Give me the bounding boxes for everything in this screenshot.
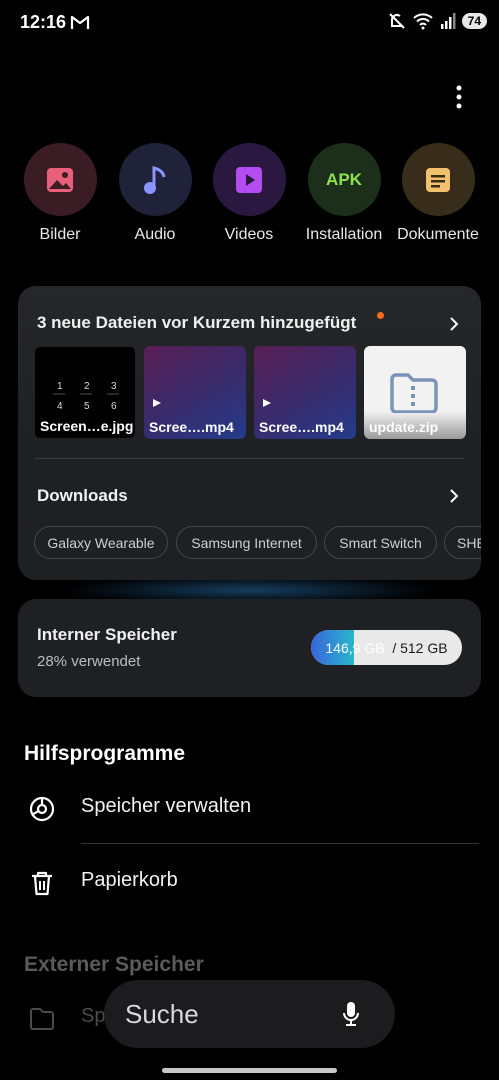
recent-file-thumb[interactable]: Scree….mp4: [144, 346, 246, 439]
svg-text:4: 4: [57, 401, 63, 412]
util-label: Speicher verwalten: [81, 795, 252, 817]
storage-title: Interner Speicher: [37, 625, 177, 644]
category-label: Videos: [224, 226, 274, 243]
svg-text:1: 1: [57, 381, 63, 392]
document-icon: [401, 143, 475, 216]
recent-file-name: Scree….mp4: [149, 419, 234, 435]
search-bar[interactable]: Suche: [104, 980, 395, 1048]
more-options-icon[interactable]: [455, 85, 463, 109]
mute-icon: [388, 13, 405, 29]
category-videos[interactable]: Videos: [199, 143, 299, 244]
category-audio[interactable]: Audio: [105, 143, 205, 244]
recent-file-thumb[interactable]: update.zip: [364, 346, 466, 439]
chip-more[interactable]: SHE: [444, 526, 481, 559]
category-shortcuts: Bilder Audio Videos APK Installation Dok…: [0, 143, 499, 253]
internal-storage-card[interactable]: Interner Speicher 28% verwendet 146,9 GB…: [18, 599, 481, 697]
category-label: Installation: [305, 226, 383, 243]
search-label: Suche: [125, 999, 199, 1029]
wifi-icon: [412, 13, 433, 30]
zip-folder-icon: [390, 373, 438, 413]
recent-thumbnails: 1 2 3 4 5 6 Screen…e.jpg Scree….mp4 Scre…: [34, 346, 466, 439]
svg-text:2: 2: [84, 381, 90, 392]
downloads-title[interactable]: Downloads: [37, 486, 128, 506]
play-icon: [212, 143, 286, 216]
trash-item[interactable]: Papierkorb: [0, 847, 499, 917]
util-label: Papierkorb: [81, 869, 178, 891]
divider: [34, 458, 465, 459]
apk-icon: APK: [307, 143, 381, 216]
storage-subtitle: 28% verwendet: [37, 653, 141, 670]
recent-file-name: Scree….mp4: [259, 419, 344, 435]
external-storage-item[interactable]: Sp: [81, 1005, 105, 1028]
category-images[interactable]: Bilder: [10, 143, 110, 244]
recent-files-title[interactable]: 3 neue Dateien vor Kurzem hinzugefügt: [37, 313, 356, 333]
home-indicator[interactable]: [162, 1068, 337, 1073]
svg-text:3: 3: [111, 381, 117, 392]
svg-text:6: 6: [111, 401, 117, 412]
svg-text:5: 5: [84, 401, 90, 412]
utilities-title: Hilfsprogramme: [24, 742, 186, 765]
image-icon: [23, 143, 97, 216]
chip-smart-switch[interactable]: Smart Switch: [324, 526, 437, 559]
status-bar: 12:16 74: [0, 0, 499, 48]
category-label: Audio: [134, 226, 176, 243]
gmail-icon: [70, 15, 90, 29]
chevron-right-icon[interactable]: [449, 317, 459, 331]
new-badge-dot: [377, 312, 384, 319]
category-documents[interactable]: Dokumente: [388, 143, 488, 244]
storage-usage-bar: 146,9 GB / 512 GB: [311, 630, 462, 665]
chevron-right-icon[interactable]: [449, 489, 459, 503]
play-icon: [263, 399, 271, 407]
recent-file-name: update.zip: [369, 419, 439, 435]
trash-icon: [32, 871, 52, 896]
play-icon: [153, 399, 161, 407]
music-note-icon: [118, 143, 192, 216]
recent-file-thumb[interactable]: 1 2 3 4 5 6 Screen…e.jpg: [34, 346, 136, 439]
divider: [81, 843, 479, 844]
category-label: Bilder: [39, 226, 81, 243]
signal-icon: [440, 13, 456, 29]
sd-card-icon: [30, 1008, 54, 1030]
download-chips: Galaxy Wearable Samsung Internet Smart S…: [34, 526, 481, 560]
storage-total: / 512 GB: [392, 639, 448, 656]
chip-samsung-internet[interactable]: Samsung Internet: [176, 526, 317, 559]
recent-files-card: 3 neue Dateien vor Kurzem hinzugefügt 1 …: [18, 286, 481, 580]
recent-file-name: Screen…e.jpg: [40, 418, 134, 434]
manage-storage-item[interactable]: Speicher verwalten: [0, 773, 499, 843]
status-time: 12:16: [20, 12, 67, 32]
keypad-preview: 1 2 3 4 5 6: [53, 381, 119, 412]
battery-indicator: 74: [461, 13, 487, 29]
category-label: Dokumente: [397, 226, 479, 243]
category-installation[interactable]: APK Installation: [294, 143, 394, 244]
chip-galaxy-wearable[interactable]: Galaxy Wearable: [34, 526, 168, 559]
storage-analysis-icon: [29, 796, 55, 822]
microphone-icon[interactable]: [342, 1001, 360, 1027]
recent-file-thumb[interactable]: Scree….mp4: [254, 346, 356, 439]
storage-used: 146,9 GB: [325, 639, 385, 656]
external-storage-title: Externer Speicher: [24, 953, 204, 976]
